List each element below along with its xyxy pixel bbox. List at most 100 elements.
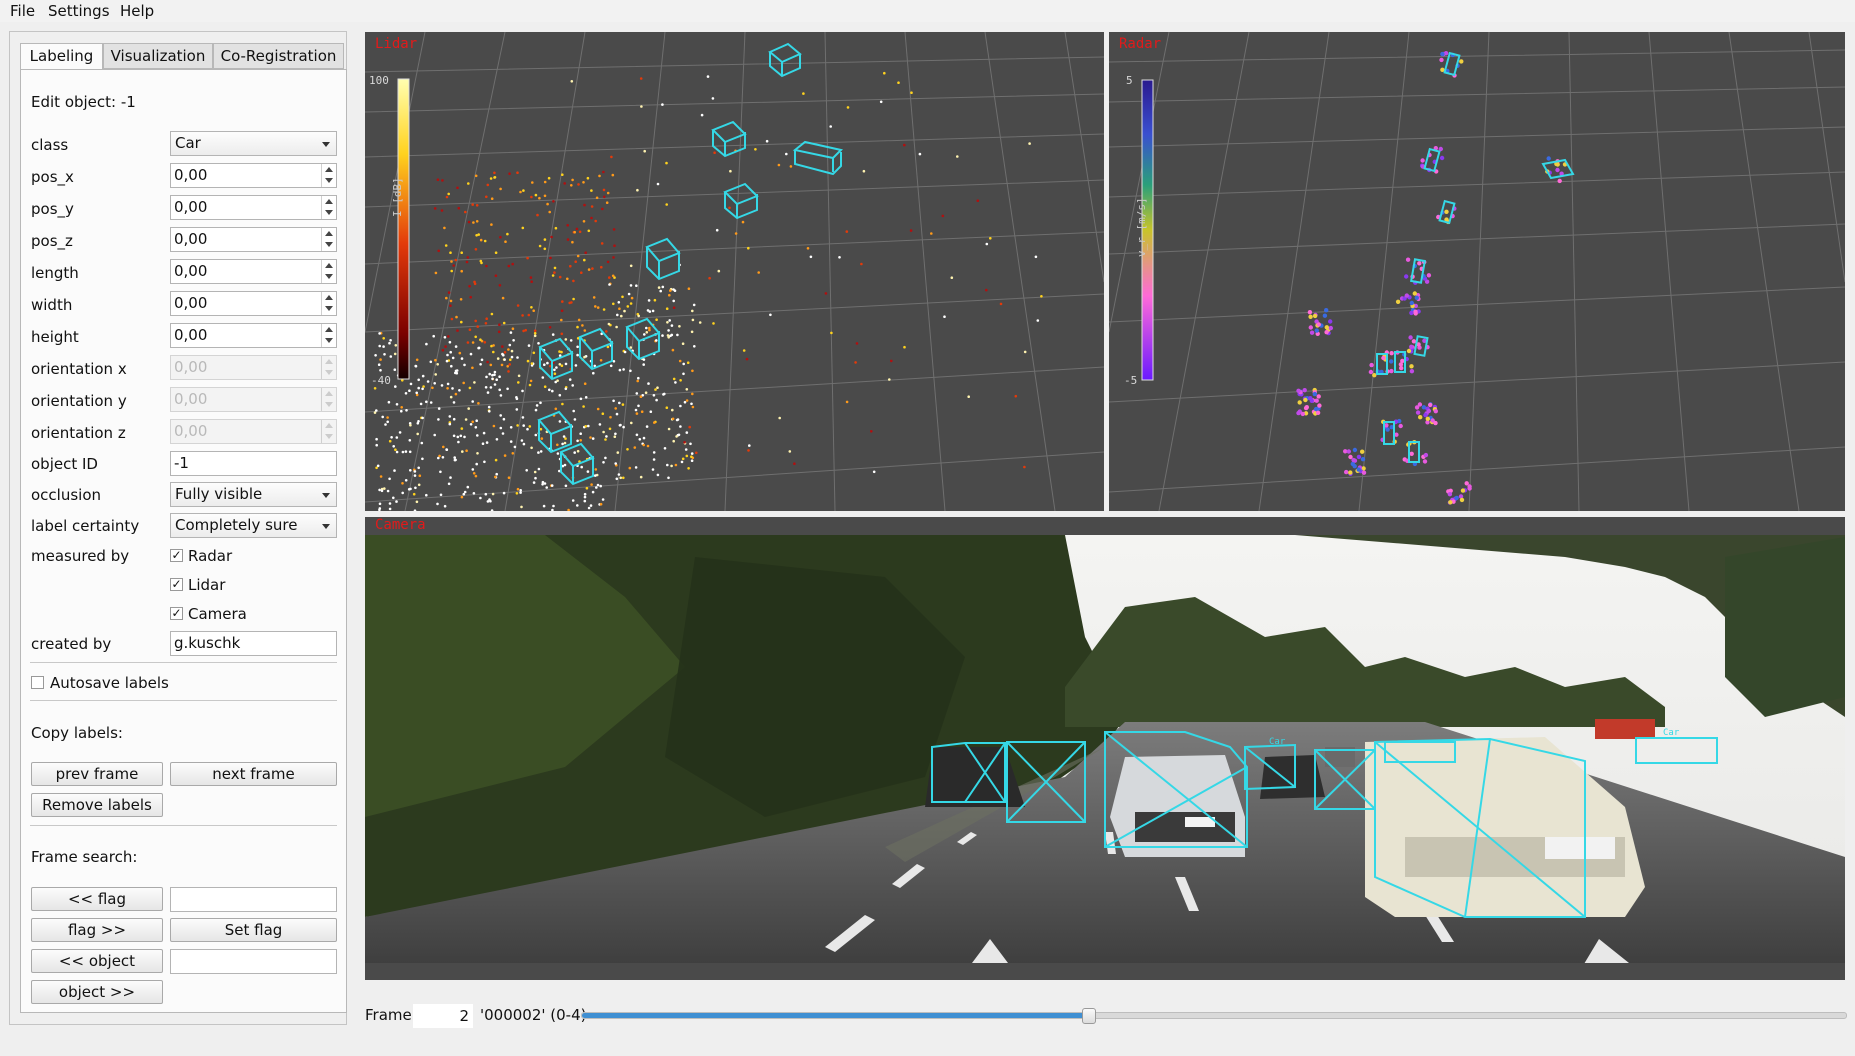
next-flag-button[interactable]: flag >>: [31, 918, 163, 942]
length-spinbox[interactable]: 0,00: [170, 259, 337, 284]
lidar-point: [629, 302, 633, 305]
tab-labeling[interactable]: Labeling: [20, 43, 103, 70]
prev-frame-button[interactable]: prev frame: [31, 762, 163, 786]
lidar-point: [655, 398, 658, 402]
lidar-point: [564, 362, 568, 366]
width-spinbox[interactable]: 0,00: [170, 291, 337, 316]
object-id-label: object ID: [31, 455, 98, 473]
menu-file[interactable]: File: [10, 2, 35, 20]
object-id-input[interactable]: -1: [170, 451, 337, 476]
frame-number-input[interactable]: 2: [413, 1004, 473, 1028]
lidar-point: [672, 299, 675, 303]
lidar-point: [599, 484, 602, 488]
pos-x-spinbox[interactable]: 0,00: [170, 163, 337, 188]
spin-arrows-icon[interactable]: [321, 228, 336, 251]
spin-arrows-icon[interactable]: [321, 292, 336, 315]
spin-arrows-icon[interactable]: [321, 260, 336, 283]
lidar-point: [682, 372, 685, 376]
prev-flag-input[interactable]: [170, 887, 337, 912]
lidar-point: [676, 333, 679, 337]
lidar-point: [553, 266, 557, 270]
autosave-checkbox[interactable]: [31, 676, 44, 689]
lidar-point: [564, 484, 568, 488]
lidar-checkbox[interactable]: ✓: [170, 578, 183, 591]
next-object-button[interactable]: object >>: [31, 980, 163, 1004]
lidar-point: [469, 295, 472, 299]
created-by-input[interactable]: g.kuschk: [170, 631, 337, 656]
lidar-point: [471, 400, 474, 403]
label-certainty-select[interactable]: Completely sure: [170, 513, 337, 538]
pos-y-spinbox[interactable]: 0,00: [170, 195, 337, 220]
next-frame-button[interactable]: next frame: [170, 762, 337, 786]
lidar-point: [548, 210, 551, 214]
lidar-point: [870, 430, 873, 433]
lidar-point: [537, 451, 540, 454]
lidar-point: [437, 456, 440, 460]
set-flag-button[interactable]: Set flag: [170, 918, 337, 942]
lidar-point: [390, 436, 393, 439]
lidar-point: [506, 387, 509, 391]
lidar-point: [443, 336, 447, 339]
lidar-point: [553, 271, 556, 274]
lidar-point: [598, 174, 601, 178]
radar-point: [1328, 325, 1333, 331]
lidar-point: [574, 260, 577, 263]
lidar-point: [1036, 319, 1040, 322]
menu-help[interactable]: Help: [120, 2, 154, 20]
height-spinbox[interactable]: 0,00: [170, 323, 337, 348]
lidar-point: [789, 165, 793, 168]
menu-settings[interactable]: Settings: [48, 2, 110, 20]
spin-arrows-icon[interactable]: [321, 324, 336, 347]
tab-co-registration[interactable]: Co-Registration: [213, 43, 344, 69]
spin-arrows-icon[interactable]: [321, 196, 336, 219]
lidar-point: [527, 313, 531, 317]
lidar-point: [590, 205, 594, 208]
lidar-point: [576, 439, 579, 443]
radar-view[interactable]: Radar 5 -5 v_r [m/s]: [1109, 32, 1845, 511]
occlusion-select[interactable]: Fully visible: [170, 482, 337, 507]
remove-labels-button[interactable]: Remove labels: [31, 793, 163, 817]
lidar-point: [712, 322, 715, 325]
spin-arrows-icon[interactable]: [321, 164, 336, 187]
lidar-point: [633, 446, 637, 449]
prev-object-button[interactable]: << object: [31, 949, 163, 973]
class-select[interactable]: Car: [170, 131, 337, 156]
frame-slider-handle[interactable]: [1081, 1008, 1096, 1024]
prev-flag-button[interactable]: << flag: [31, 887, 163, 911]
lidar-point: [456, 329, 459, 332]
prev-object-input[interactable]: [170, 949, 337, 974]
tab-visualization[interactable]: Visualization: [103, 43, 213, 69]
lidar-view[interactable]: Lidar 100 -40 I [dB]: [365, 32, 1104, 511]
lidar-point: [530, 195, 533, 199]
camera-checkbox[interactable]: ✓: [170, 607, 183, 620]
lidar-point: [376, 464, 380, 468]
lidar-checkbox-label[interactable]: Lidar: [188, 576, 225, 594]
lidar-point: [608, 276, 611, 279]
lidar-point: [728, 206, 731, 210]
lidar-point: [433, 433, 436, 437]
lidar-point: [486, 360, 489, 364]
frame-slider[interactable]: [581, 1008, 1847, 1024]
lidar-scene: [365, 32, 1104, 511]
lidar-point: [657, 286, 661, 289]
lidar-point: [506, 232, 509, 236]
lidar-point: [560, 364, 564, 368]
camera-view[interactable]: Car Car Camera: [365, 517, 1845, 980]
lidar-point: [530, 446, 533, 450]
lidar-point: [582, 405, 585, 408]
lidar-point: [515, 408, 519, 411]
lidar-point: [395, 450, 399, 454]
tree-right-edge: [1725, 537, 1845, 717]
lidar-point: [516, 304, 520, 307]
camera-box-label: Car: [1663, 728, 1680, 738]
radar-checkbox[interactable]: ✓: [170, 549, 183, 562]
pos-z-spinbox[interactable]: 0,00: [170, 227, 337, 252]
lidar-point: [576, 449, 580, 453]
autosave-label[interactable]: Autosave labels: [50, 674, 169, 692]
lidar-point: [872, 470, 876, 474]
camera-checkbox-label[interactable]: Camera: [188, 605, 247, 623]
lidar-point: [690, 402, 693, 406]
lidar-point: [392, 445, 395, 448]
lidar-point: [550, 484, 554, 487]
radar-checkbox-label[interactable]: Radar: [188, 547, 232, 565]
